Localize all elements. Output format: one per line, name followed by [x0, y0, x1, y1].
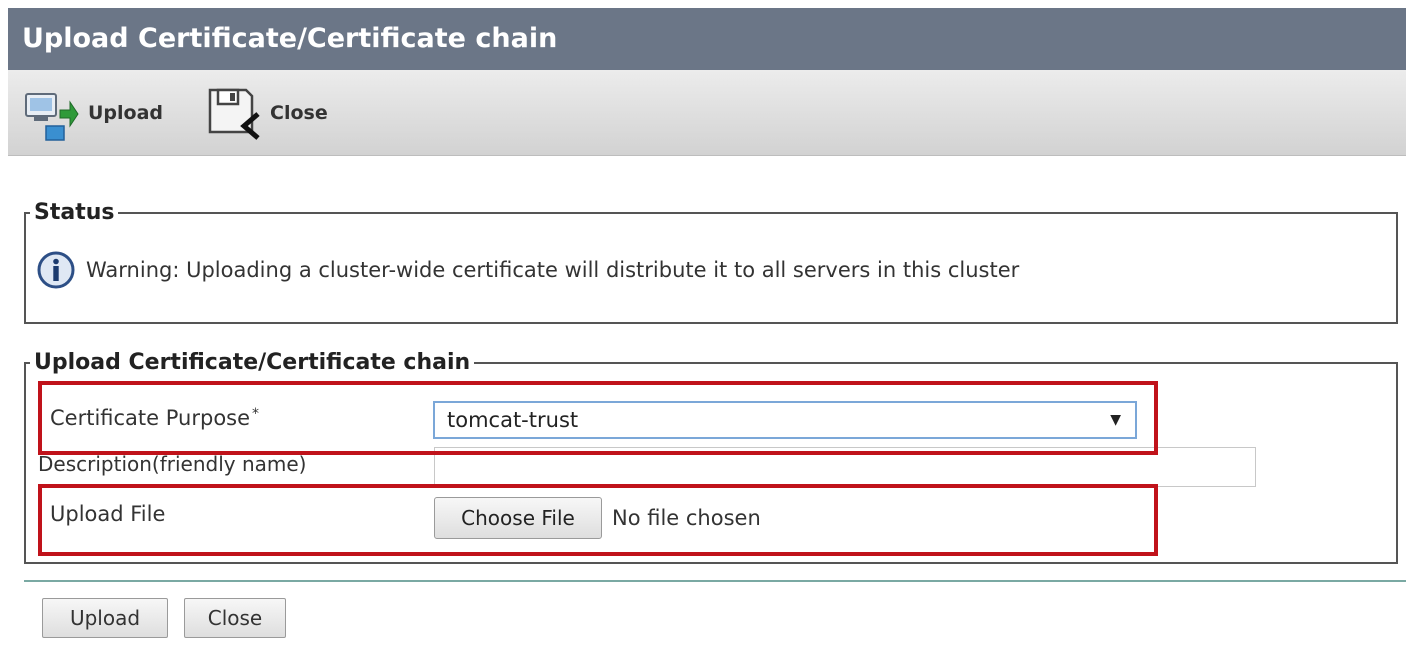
- file-status-text: No file chosen: [612, 506, 761, 530]
- status-message: Warning: Uploading a cluster-wide certif…: [86, 258, 1020, 282]
- description-input[interactable]: [434, 447, 1256, 487]
- toolbar-upload-label: Upload: [88, 102, 164, 124]
- certificate-purpose-label: Certificate Purpose *: [50, 406, 259, 430]
- close-button[interactable]: Close: [184, 598, 286, 638]
- toolbar: Upload Close: [8, 70, 1406, 156]
- upload-file-label: Upload File: [50, 502, 166, 526]
- window-title: Upload Certificate/Certificate chain: [8, 8, 1406, 70]
- toolbar-close-label: Close: [270, 102, 328, 124]
- status-row: Warning: Uploading a cluster-wide certif…: [36, 250, 1019, 290]
- footer-divider: [24, 580, 1406, 582]
- upload-button[interactable]: Upload: [42, 598, 168, 638]
- certificate-purpose-value: tomcat-trust: [447, 408, 579, 432]
- toolbar-upload-button[interactable]: Upload: [22, 84, 163, 142]
- upload-icon: [25, 93, 79, 141]
- toolbar-close-button[interactable]: Close: [204, 84, 328, 142]
- certificate-purpose-label-text: Certificate Purpose: [50, 406, 251, 430]
- certificate-purpose-select[interactable]: tomcat-trust ▼: [433, 401, 1137, 439]
- close-icon: [208, 88, 260, 140]
- status-legend: Status: [34, 200, 115, 225]
- description-label: Description(friendly name): [38, 452, 307, 476]
- required-mark: *: [252, 406, 260, 422]
- choose-file-button[interactable]: Choose File: [434, 497, 602, 539]
- dropdown-arrow-icon: ▼: [1110, 412, 1121, 428]
- info-icon: [37, 251, 75, 289]
- upload-certificate-legend: Upload Certificate/Certificate chain: [34, 350, 471, 375]
